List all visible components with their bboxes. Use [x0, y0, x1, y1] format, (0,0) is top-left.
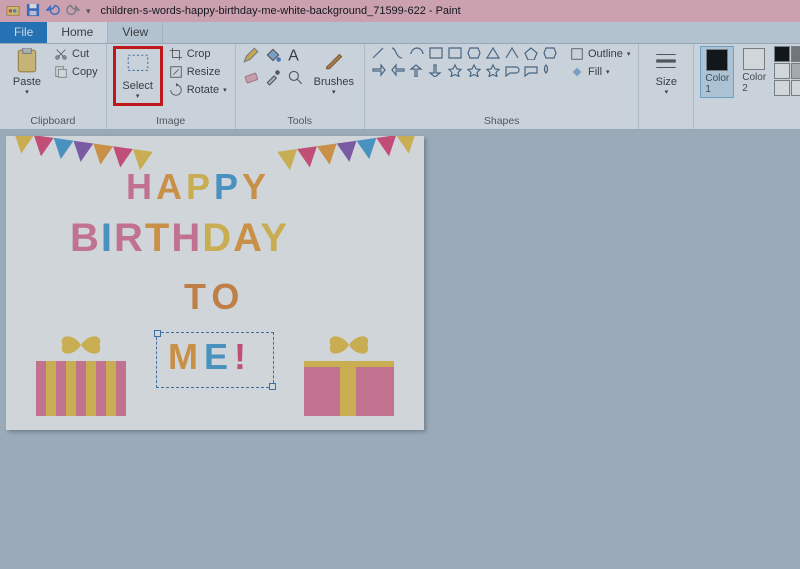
copy-button[interactable]: Copy: [52, 64, 100, 80]
text-to: TO: [184, 276, 245, 318]
shape-icon[interactable]: [390, 46, 406, 60]
highlight-select: Select ▾: [113, 46, 163, 106]
select-button[interactable]: Select ▾: [117, 50, 159, 102]
redo-icon[interactable]: [66, 3, 80, 20]
bunting-right: [277, 136, 418, 172]
pencil-icon[interactable]: [242, 46, 262, 66]
color1-button[interactable]: Color 1: [700, 46, 734, 98]
shape-icon[interactable]: [428, 63, 444, 77]
chevron-down-icon: ▾: [332, 88, 336, 96]
group-image: Select ▾ Crop Resize Rotate▾ Image: [107, 44, 236, 129]
qat-dropdown-icon[interactable]: ▾: [86, 6, 91, 17]
group-label-image: Image: [113, 115, 229, 129]
shape-icon[interactable]: [409, 46, 425, 60]
brushes-button[interactable]: Brushes ▾: [310, 46, 358, 98]
group-colors: Color 1 Color 2 Colors: [694, 44, 800, 129]
size-button[interactable]: Size ▾: [645, 46, 687, 98]
group-label-tools: Tools: [242, 115, 358, 129]
chevron-down-icon: ▾: [25, 88, 29, 96]
shape-icon[interactable]: [485, 63, 501, 77]
tab-file[interactable]: File: [0, 22, 47, 43]
fill-button[interactable]: Fill▾: [568, 64, 632, 80]
group-clipboard: Paste ▾ Cut Copy Clipboard: [0, 44, 107, 129]
shape-icon[interactable]: [542, 46, 558, 60]
group-shapes: Outline▾ Fill▾ Shapes: [365, 44, 639, 129]
crop-button[interactable]: Crop: [167, 46, 229, 62]
chevron-down-icon: ▾: [136, 92, 140, 100]
shape-icon[interactable]: [409, 63, 425, 77]
text-icon[interactable]: A: [286, 46, 306, 66]
save-icon[interactable]: [26, 3, 40, 20]
swatch[interactable]: [774, 80, 790, 96]
rotate-button[interactable]: Rotate▾: [167, 82, 229, 98]
paste-button[interactable]: Paste ▾: [6, 46, 48, 98]
group-label-clipboard: Clipboard: [6, 115, 100, 129]
group-label-colors: Colors: [700, 115, 800, 129]
quick-access-toolbar: ▾: [0, 3, 97, 20]
shape-icon[interactable]: [485, 46, 501, 60]
shape-icon[interactable]: [466, 63, 482, 77]
cut-button[interactable]: Cut: [52, 46, 100, 62]
app-icon: [6, 3, 20, 20]
shape-icon[interactable]: [447, 46, 463, 60]
magnifier-icon[interactable]: [286, 68, 306, 88]
swatch[interactable]: [774, 63, 790, 79]
gift-left: [36, 346, 126, 416]
tab-home[interactable]: Home: [47, 22, 108, 43]
tab-view[interactable]: View: [108, 22, 163, 43]
shape-icon[interactable]: [504, 63, 520, 77]
group-tools: A Brushes ▾ Tools: [236, 44, 365, 129]
canvas-area: HAPPY BIRTHDAY TO ME!: [0, 130, 800, 436]
shape-icon[interactable]: [390, 63, 406, 77]
title-bar: ▾ children-s-words-happy-birthday-me-whi…: [0, 0, 800, 22]
tool-grid: A: [242, 46, 306, 98]
shape-icon[interactable]: [523, 63, 539, 77]
select-label: Select: [122, 80, 153, 92]
group-label-shapes: Shapes: [371, 115, 632, 129]
selection-rectangle[interactable]: [156, 332, 274, 388]
shape-icon[interactable]: [523, 46, 539, 60]
picker-icon[interactable]: [264, 68, 284, 88]
color2-button[interactable]: Color 2: [738, 46, 770, 98]
eraser-icon[interactable]: [242, 68, 262, 88]
group-size: Size ▾: [639, 44, 694, 129]
shape-icon[interactable]: [371, 63, 387, 77]
fill-icon[interactable]: [264, 46, 284, 66]
svg-text:A: A: [288, 48, 299, 64]
shape-icon[interactable]: [504, 46, 520, 60]
swatch[interactable]: [791, 80, 800, 96]
text-happy: HAPPY: [126, 166, 270, 208]
shape-icon[interactable]: [447, 63, 463, 77]
ribbon-tabs: File Home View: [0, 22, 800, 44]
text-birthday: BIRTHDAY: [70, 216, 289, 261]
gift-right: [304, 346, 394, 416]
shape-icon[interactable]: [542, 63, 558, 77]
ribbon: Paste ▾ Cut Copy Clipboard Select ▾ Crop…: [0, 44, 800, 130]
shape-icon[interactable]: [371, 46, 387, 60]
swatch[interactable]: [774, 46, 790, 62]
color-palette[interactable]: [774, 46, 800, 98]
swatch[interactable]: [791, 46, 800, 62]
chevron-down-icon: ▾: [665, 88, 669, 96]
window-title: children-s-words-happy-birthday-me-white…: [97, 5, 461, 17]
resize-button[interactable]: Resize: [167, 64, 229, 80]
shape-icon[interactable]: [428, 46, 444, 60]
swatch[interactable]: [791, 63, 800, 79]
size-label: Size: [656, 76, 677, 88]
undo-icon[interactable]: [46, 3, 60, 20]
paste-label: Paste: [13, 76, 41, 88]
brushes-label: Brushes: [314, 76, 354, 88]
outline-button[interactable]: Outline▾: [568, 46, 632, 62]
shapes-gallery[interactable]: [371, 46, 560, 80]
canvas[interactable]: HAPPY BIRTHDAY TO ME!: [6, 136, 424, 430]
shape-icon[interactable]: [466, 46, 482, 60]
